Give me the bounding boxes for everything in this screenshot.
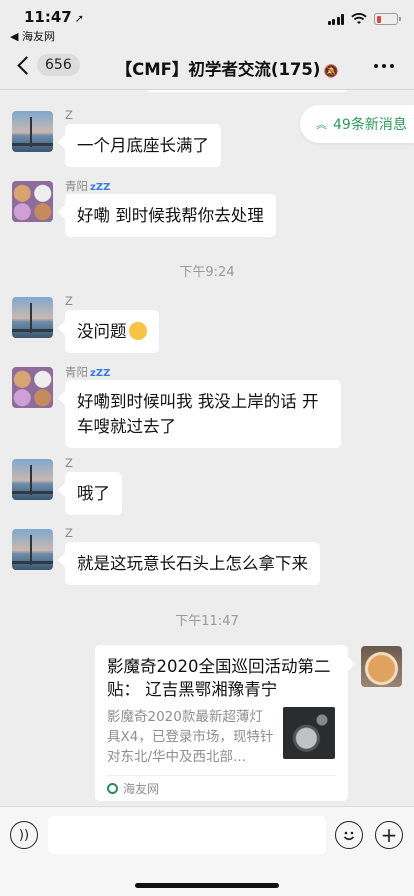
- smiley-icon: [343, 831, 355, 841]
- thinking-face-emoji-icon: [128, 322, 147, 340]
- message-bubble[interactable]: 哦了: [65, 472, 122, 515]
- status-bar: 11:47 ➚ ◀ 海友网: [0, 0, 414, 44]
- previous-message-bubble: [145, 90, 349, 92]
- message-bubble[interactable]: 好嘞到时候叫我 我没上岸的话 开 车嗖就过去了: [65, 380, 341, 448]
- message-text-line: 好嘞到时候叫我 我没上岸的话 开: [77, 392, 319, 411]
- sender-name: 青阳 zZZ: [65, 364, 110, 380]
- back-button[interactable]: 656: [14, 54, 80, 76]
- link-card-source: 海友网: [123, 782, 160, 796]
- message-input[interactable]: [48, 816, 326, 854]
- sender-name-text: 青阳: [65, 179, 88, 193]
- location-icon: ➚: [74, 12, 84, 25]
- emoji-button[interactable]: [335, 821, 363, 849]
- more-functions-button[interactable]: +: [375, 821, 403, 849]
- link-card-title: 影魔奇2020全国巡回活动第二贴： 辽吉黑鄂湘豫青宁: [107, 657, 331, 699]
- link-card-description: 影魔奇2020款最新超薄灯具X4，已登录市场，现特针对东北/华中及西北部...: [107, 709, 274, 765]
- plus-icon: +: [380, 823, 398, 847]
- message-bubble[interactable]: 就是这玩意长石头上怎么拿下来: [65, 542, 320, 585]
- new-messages-button[interactable]: ︽ 49条新消息: [300, 105, 414, 143]
- battery-icon: [374, 13, 401, 25]
- link-card-footer: 海友网: [107, 775, 336, 801]
- sea-avatar[interactable]: [12, 529, 53, 570]
- link-card-body: 影魔奇2020款最新超薄灯具X4，已登录市场，现特针对东北/华中及西北部...: [107, 707, 336, 767]
- sender-name: 青阳 zZZ: [65, 178, 110, 194]
- link-card-thumbnail: [283, 707, 335, 759]
- message-text-line: 车嗖就过去了: [77, 417, 176, 436]
- double-chevron-up-icon: ︽: [316, 118, 327, 131]
- voice-input-button[interactable]: )): [10, 821, 38, 849]
- message-list[interactable]: ︽ 49条新消息 Z 一个月底座长满了 青阳 zZZ 好嘞 到时候我帮你去处理 下…: [0, 90, 414, 806]
- message-text: 没问题: [77, 322, 127, 341]
- link-card[interactable]: 影魔奇2020全国巡回活动第二贴： 辽吉黑鄂湘豫青宁 影魔奇2020款最新超薄灯…: [95, 645, 348, 801]
- sleep-badge: zZZ: [90, 368, 111, 379]
- cats-avatar[interactable]: [12, 367, 53, 408]
- sea-avatar[interactable]: [12, 297, 53, 338]
- message-bubble[interactable]: 好嘞 到时候我帮你去处理: [65, 194, 276, 237]
- chat-title: 【CMF】初学者交流(175) 🔕: [100, 56, 354, 80]
- wifi-icon: [351, 13, 367, 24]
- message-bubble[interactable]: 没问题: [65, 310, 159, 353]
- new-messages-label: 49条新消息: [333, 117, 407, 133]
- chat-title-text: 【CMF】初学者交流(175): [115, 60, 321, 79]
- sender-name: Z: [65, 108, 73, 122]
- message-bubble[interactable]: 一个月底座长满了: [65, 124, 221, 167]
- sleep-badge: zZZ: [90, 182, 111, 193]
- sender-name: Z: [65, 526, 73, 540]
- chevron-left-icon: [17, 55, 36, 75]
- status-indicators: [327, 13, 401, 25]
- sender-name: Z: [65, 456, 73, 470]
- input-bar: )) +: [0, 806, 414, 896]
- status-time: 11:47 ➚: [24, 8, 84, 26]
- voice-icon: )): [18, 827, 30, 843]
- sea-avatar[interactable]: [12, 459, 53, 500]
- timestamp: 下午11:47: [175, 614, 239, 629]
- more-options-button[interactable]: [374, 64, 394, 68]
- sender-name-text: 青阳: [65, 365, 88, 379]
- signal-icon: [327, 13, 344, 25]
- timestamp: 下午9:24: [179, 265, 235, 280]
- dog-avatar[interactable]: [361, 646, 402, 687]
- clock: 11:47: [24, 8, 72, 26]
- sender-name: Z: [65, 294, 73, 308]
- mute-icon: 🔕: [323, 64, 339, 78]
- site-logo-icon: [107, 783, 118, 794]
- unread-count-badge: 656: [37, 54, 80, 76]
- chat-header: 656 【CMF】初学者交流(175) 🔕: [0, 44, 414, 90]
- home-indicator[interactable]: [135, 883, 279, 888]
- sea-avatar[interactable]: [12, 111, 53, 152]
- cats-avatar[interactable]: [12, 181, 53, 222]
- back-to-app-link[interactable]: ◀ 海友网: [10, 28, 55, 44]
